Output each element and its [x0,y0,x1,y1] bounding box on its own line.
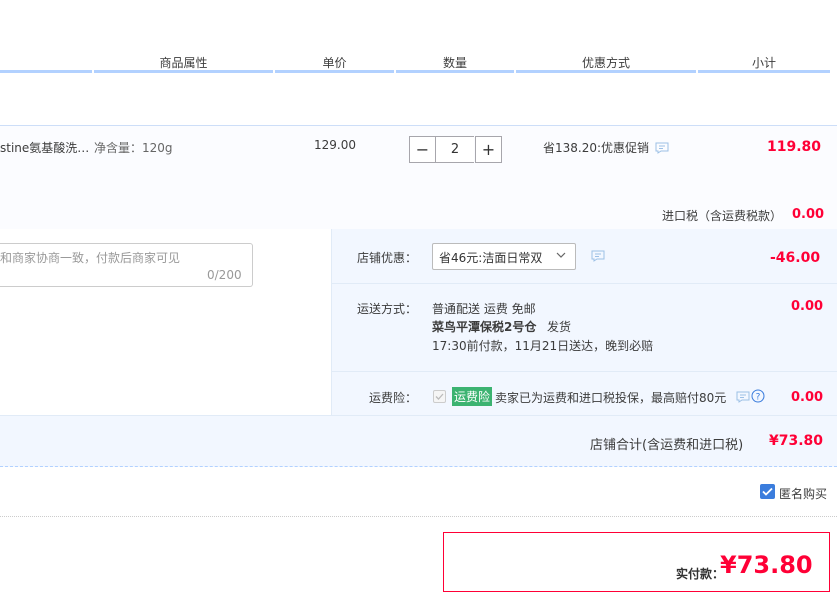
shipping-delivery-time: 17:30前付款，11月21日送达，晚到必赔 [432,339,654,353]
shop-total-label: 店铺合计(含运费和进口税) [590,438,744,453]
insurance-text: 卖家已为运费和进口税投保，最高赔付80元 [495,391,727,405]
svg-text:?: ? [756,393,761,403]
shop-discount-label: 店铺优惠： [357,251,418,265]
column-header-attributes: 商品属性 [159,56,208,70]
shipping-label: 运送方式： [357,302,418,316]
message-placeholder: 和商家协商一致，付款后商家可见 [0,251,181,265]
anonymous-label: 匿名购买 [779,487,828,501]
shop-discount-selected: 省46元:洁面日常双 [439,251,543,265]
anonymous-checkbox[interactable] [760,484,775,499]
item-subtotal: 119.80 [767,139,822,155]
item-name-link[interactable]: stine氨基酸洗… [0,139,89,156]
chat-bubble-icon[interactable] [736,391,750,406]
column-header-discount: 优惠方式 [581,56,630,70]
shop-discount-value: -46.00 [770,250,821,266]
insurance-checkbox[interactable] [433,390,446,403]
item-promo-text: 省138.20:优惠促销 [543,141,650,155]
shipping-value: 0.00 [791,299,824,314]
payment-total: ¥73.80 [720,551,813,579]
insurance-value: 0.00 [791,390,824,405]
import-tax-label: 进口税（含运费税款） [662,209,783,223]
import-tax-value: 0.00 [792,207,825,222]
payment-label: 实付款： [676,567,725,581]
quantity-increase-button[interactable]: + [475,136,502,163]
chat-bubble-icon[interactable] [591,250,605,265]
quantity-decrease-button[interactable]: − [409,136,436,163]
shop-total-value: ¥73.80 [769,433,824,449]
help-question-icon[interactable]: ? [751,389,765,406]
message-counter: 0/200 [207,268,242,282]
column-header-quantity: 数量 [442,56,467,70]
item-attribute: 净含量：120g [94,141,173,155]
shipping-dispatch: 发货 [547,320,572,334]
shipping-warehouse: 菜鸟平潭保税2号仓 [432,320,537,334]
chevron-down-icon [555,249,567,264]
column-header-price: 单价 [322,56,347,70]
shipping-method: 普通配送 运费 免邮 [432,302,536,316]
quantity-input[interactable]: 2 [436,136,474,163]
insurance-label: 运费险： [369,391,418,405]
insurance-badge: 运费险 [452,387,493,406]
item-unit-price: 129.00 [314,138,356,152]
chat-bubble-icon[interactable] [655,142,669,157]
column-header-subtotal: 小计 [751,56,776,70]
